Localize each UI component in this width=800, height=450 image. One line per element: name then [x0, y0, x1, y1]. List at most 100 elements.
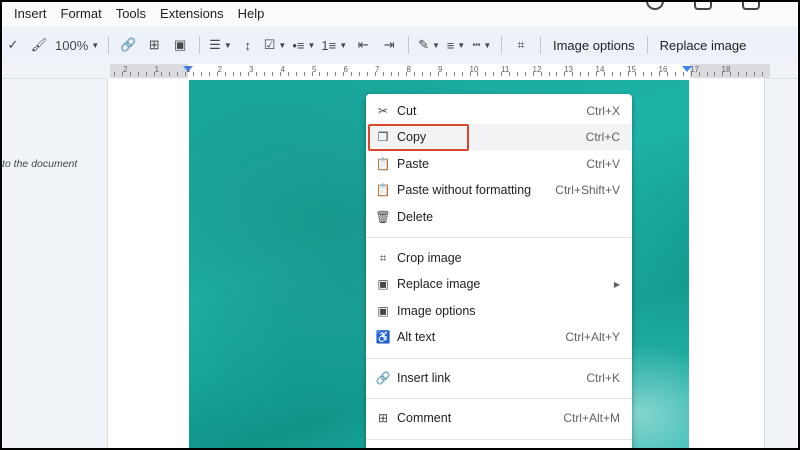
menu-item-insert-link[interactable]: 🔗 Insert link Ctrl+K	[366, 365, 632, 391]
numbered-list-icon[interactable]: 1≡ ▼	[321, 33, 347, 57]
menu-format[interactable]: Format	[61, 6, 102, 21]
ruler-tick	[595, 72, 597, 76]
ruler-tick	[351, 72, 352, 76]
menu-help[interactable]: Help	[238, 6, 265, 21]
ruler-tick	[461, 72, 463, 76]
menu-item-image-options[interactable]: ▣ Image options	[366, 298, 632, 324]
ruler-tick	[682, 72, 684, 76]
menu-item-shortcut: Ctrl+Alt+Y	[565, 330, 620, 344]
ruler-tick	[406, 72, 408, 76]
ruler-tick	[714, 72, 716, 76]
ruler-tick	[232, 72, 234, 76]
ruler-tick	[761, 72, 763, 76]
menu-insert[interactable]: Insert	[14, 6, 47, 21]
menu-item-label: Image options	[397, 304, 476, 318]
ruler-number: 3	[249, 65, 254, 74]
ruler-tick	[319, 72, 321, 76]
toolbar-divider	[199, 36, 201, 54]
ruler-tick	[524, 72, 526, 76]
spellcheck-icon[interactable]: ✓	[3, 33, 23, 57]
top-right-icons	[646, 0, 760, 10]
align-icon[interactable]: ☰ ▼	[209, 33, 232, 57]
ruler-tick	[445, 72, 447, 76]
crop-icon[interactable]: ⌗	[511, 33, 531, 57]
ruler-tick	[667, 72, 668, 76]
paint-format-icon[interactable]: 🖌	[29, 33, 49, 57]
ruler-tick	[137, 72, 139, 76]
menu-item-paste[interactable]: 📋 Paste Ctrl+V	[366, 151, 632, 177]
menu-item-replace-image[interactable]: ▣ Replace image ▶	[366, 271, 632, 297]
decrease-indent-icon[interactable]: ⇤	[353, 33, 373, 57]
ruler-tick	[509, 72, 510, 76]
link-icon: 🔗	[375, 371, 391, 385]
menu-separator	[366, 358, 632, 359]
ruler-tick	[698, 72, 700, 76]
ruler-tick	[169, 72, 171, 76]
increase-indent-icon[interactable]: ⇥	[379, 33, 399, 57]
insert-image-icon[interactable]: ▣	[170, 33, 190, 57]
horizontal-ruler[interactable]: 2 1 1 2 3 4 5 6 7 8 9 10 11 12 13 14 15 16 17 18	[110, 64, 770, 78]
menu-separator	[366, 398, 632, 399]
ruler-number: 1	[154, 65, 159, 74]
ruler-tick	[224, 72, 226, 76]
ruler-tick	[366, 72, 368, 76]
ruler-tick	[588, 72, 589, 76]
ruler-tick	[145, 72, 147, 76]
ruler-tick	[722, 72, 724, 76]
ruler-tick	[358, 72, 360, 76]
ruler-tick	[208, 72, 210, 76]
zoom-select[interactable]: 100% ▼	[55, 33, 99, 57]
line-spacing-icon[interactable]: ↕	[238, 33, 258, 57]
ruler-tick	[114, 72, 115, 76]
border-weight-icon[interactable]: ≡ ▼	[446, 33, 466, 57]
ruler-tick	[651, 72, 653, 76]
menu-item-label: Paste	[397, 157, 429, 171]
menu-bar: Insert Format Tools Extensions Help	[0, 0, 800, 26]
comment-add-icon: ⊞	[377, 411, 389, 425]
menu-item-comment[interactable]: ⊞ Comment Ctrl+Alt+M	[366, 405, 632, 431]
video-call-icon[interactable]	[742, 0, 760, 10]
ruler-tick	[287, 72, 289, 76]
menu-item-paste-without-formatting[interactable]: 📋 Paste without formatting Ctrl+Shift+V	[366, 177, 632, 203]
ruler-tick	[193, 72, 194, 76]
chat-icon[interactable]	[694, 0, 712, 10]
ruler-number: 5	[312, 65, 317, 74]
image-options-button[interactable]: Image options	[547, 38, 641, 53]
history-icon[interactable]	[646, 0, 664, 10]
replace-image-button[interactable]: Replace image	[654, 38, 753, 53]
image-icon: ▣	[377, 304, 389, 318]
menu-extensions[interactable]: Extensions	[160, 6, 224, 21]
checklist-icon[interactable]: ☑ ▼	[264, 33, 287, 57]
ruler-tick	[493, 72, 495, 76]
toolbar-divider	[646, 36, 648, 54]
link-icon[interactable]: 🔗	[118, 33, 138, 57]
menu-separator	[366, 439, 632, 440]
menu-item-alt-text[interactable]: ♿ Alt text Ctrl+Alt+Y	[366, 324, 632, 350]
add-comment-icon[interactable]: ⊞	[144, 33, 164, 57]
border-dash-icon[interactable]: ┅ ▼	[472, 33, 492, 57]
ruler-tick	[177, 72, 179, 76]
menu-item-crop-image[interactable]: ⌗ Crop image	[366, 245, 632, 271]
bulleted-list-icon[interactable]: •≡ ▼	[292, 33, 315, 57]
submenu-arrow-icon: ▶	[613, 279, 620, 289]
ruler-tick	[279, 72, 281, 76]
ruler-tick	[674, 72, 676, 76]
menu-item-delete[interactable]: 🗑 Delete	[366, 204, 632, 230]
ruler-tick	[619, 72, 621, 76]
scissors-icon: ✂	[377, 104, 389, 118]
menu-tools[interactable]: Tools	[116, 6, 146, 21]
menu-item-cut[interactable]: ✂ Cut Ctrl+X	[366, 98, 632, 124]
ruler-tick	[635, 72, 637, 76]
menu-item-shortcut: Ctrl+Shift+V	[555, 183, 620, 197]
menu-item-shortcut: Ctrl+V	[586, 157, 620, 171]
menu-item-label: Cut	[397, 104, 417, 118]
ruler-tick	[216, 72, 218, 76]
ruler-tick	[548, 72, 550, 76]
ruler-tick	[580, 72, 582, 76]
ruler-tick	[690, 72, 692, 76]
ruler-tick	[264, 72, 266, 76]
ruler-tick	[240, 72, 242, 76]
toolbar-divider	[108, 36, 110, 54]
crop-icon: ⌗	[379, 250, 387, 265]
border-color-icon[interactable]: ✎ ▼	[418, 33, 440, 57]
